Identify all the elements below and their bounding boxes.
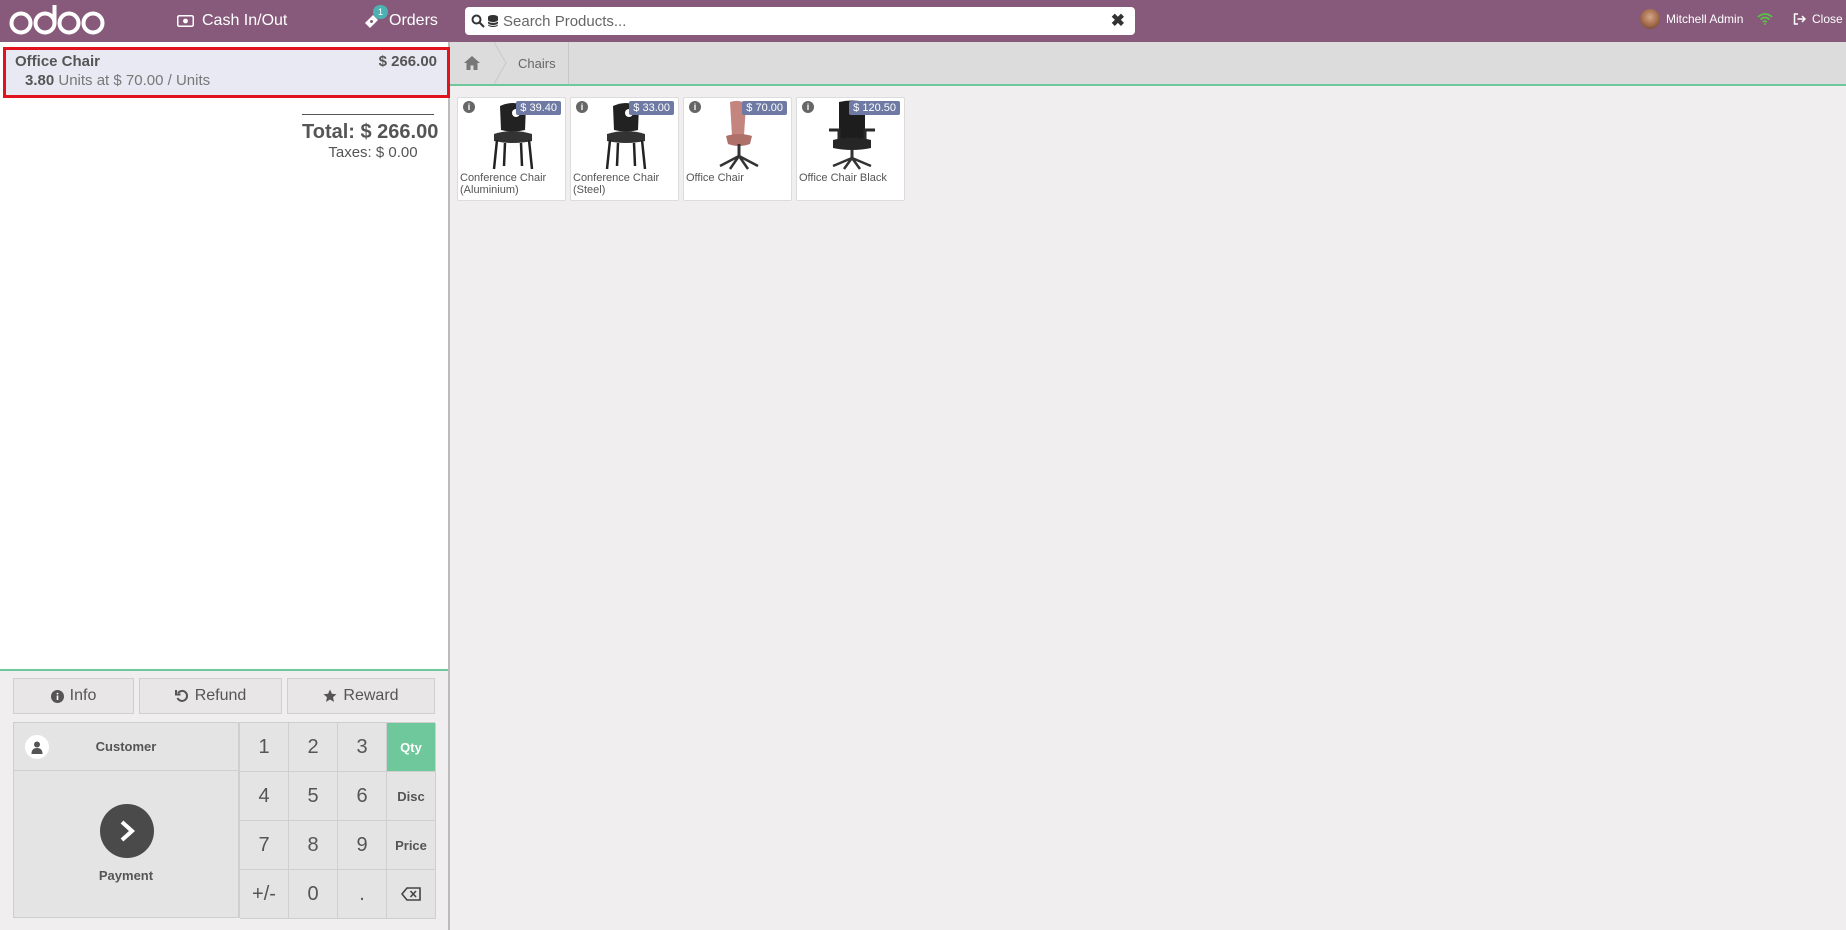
- mode-price-button[interactable]: Price: [387, 821, 436, 870]
- mode-qty-button[interactable]: Qty: [387, 723, 436, 772]
- product-name: Office Chair: [686, 172, 744, 184]
- payment-label: Payment: [98, 868, 154, 883]
- info-circle-icon: [50, 689, 64, 703]
- refund-button[interactable]: Refund: [139, 678, 282, 714]
- product-card[interactable]: i $ 39.40 Conference Chair (Aluminium): [457, 97, 566, 201]
- numpad-key-4[interactable]: 4: [240, 772, 289, 821]
- payment-button[interactable]: Payment: [14, 771, 238, 917]
- numpad-key-3[interactable]: 3: [338, 723, 387, 772]
- sign-out-icon: [1793, 13, 1806, 25]
- product-info-icon[interactable]: i: [463, 101, 475, 113]
- action-pad: Customer Payment: [13, 722, 239, 918]
- product-info-icon[interactable]: i: [576, 101, 588, 113]
- breadcrumb: Chairs: [450, 42, 1846, 86]
- product-card[interactable]: i $ 120.50 Office Chair Black: [796, 97, 905, 201]
- numpad-key-decimal[interactable]: .: [338, 870, 387, 919]
- product-name: Conference Chair (Aluminium): [460, 172, 547, 196]
- numpad-key-7[interactable]: 7: [240, 821, 289, 870]
- order-line-unit-info: Units at $ 70.00 / Units: [58, 72, 211, 89]
- avatar: [1640, 9, 1660, 29]
- order-summary: Total: $ 266.00 Taxes: $ 0.00: [302, 114, 439, 161]
- home-category-button[interactable]: [450, 42, 494, 84]
- orders-label: Orders: [389, 12, 438, 29]
- user-menu[interactable]: Mitchell Admin: [1640, 0, 1743, 38]
- backspace-icon: [401, 887, 421, 901]
- reward-button[interactable]: Reward: [287, 678, 435, 714]
- numpad-key-6[interactable]: 6: [338, 772, 387, 821]
- reward-label: Reward: [343, 687, 399, 704]
- product-price-tag: $ 70.00: [742, 101, 787, 115]
- connection-status[interactable]: [1757, 0, 1773, 38]
- order-line-price: $ 266.00: [378, 53, 437, 70]
- search-input[interactable]: [503, 12, 1111, 30]
- cash-in-out-label: Cash In/Out: [202, 12, 288, 29]
- product-search-bar: ✖: [465, 7, 1135, 35]
- numpad-key-plus-minus[interactable]: +/-: [240, 870, 289, 919]
- product-price-tag: $ 120.50: [849, 101, 900, 115]
- clear-search-icon[interactable]: ✖: [1111, 11, 1125, 31]
- order-line-product-name: Office Chair: [15, 53, 101, 70]
- numpad-key-9[interactable]: 9: [338, 821, 387, 870]
- customer-label: Customer: [95, 739, 157, 754]
- wifi-icon: [1757, 13, 1773, 25]
- order-line-qty: 3.80: [25, 72, 55, 89]
- product-name: Office Chair Black: [799, 172, 887, 184]
- numpad-key-5[interactable]: 5: [289, 772, 338, 821]
- search-icon: [471, 14, 485, 28]
- user-name: Mitchell Admin: [1666, 12, 1744, 26]
- order-total: Total: $ 266.00: [302, 121, 439, 143]
- numpad-key-8[interactable]: 8: [289, 821, 338, 870]
- product-grid: i $ 39.40 Conference Chair (Aluminium) i…: [457, 97, 905, 201]
- mode-disc-button[interactable]: Disc: [387, 772, 436, 821]
- product-card[interactable]: i $ 70.00 Office Chair: [683, 97, 792, 201]
- info-button[interactable]: Info: [13, 678, 134, 714]
- orders-button[interactable]: 1 Orders: [363, 0, 438, 42]
- breadcrumb-category[interactable]: Chairs: [506, 42, 569, 84]
- numpad-key-1[interactable]: 1: [240, 723, 289, 772]
- ticket-icon: 1: [363, 5, 389, 30]
- orders-count-badge: 1: [373, 5, 389, 19]
- product-info-icon[interactable]: i: [689, 101, 701, 113]
- customer-button[interactable]: Customer: [14, 723, 238, 771]
- cash-in-out-button[interactable]: Cash In/Out: [177, 0, 287, 42]
- order-panel: Office Chair $ 266.00 3.80 Units at $ 70…: [0, 42, 450, 930]
- numpad: 1 2 3 Qty 4 5 6 Disc 7 8 9 Price +/- 0 .: [239, 722, 436, 919]
- product-screen: Chairs i $ 39.40 Conference Chair (Alumi…: [450, 42, 1846, 930]
- top-bar: Cash In/Out 1 Orders ✖ Mitchell Admin Cl…: [0, 0, 1846, 42]
- star-icon: [323, 689, 337, 702]
- order-line-detail: 3.80 Units at $ 70.00 / Units: [25, 72, 210, 89]
- product-info-icon[interactable]: i: [802, 101, 814, 113]
- backspace-key[interactable]: [387, 870, 436, 919]
- close-button[interactable]: Close: [1793, 0, 1843, 38]
- product-card[interactable]: i $ 33.00 Conference Chair (Steel): [570, 97, 679, 201]
- order-line-selected[interactable]: Office Chair $ 266.00 3.80 Units at $ 70…: [3, 47, 450, 98]
- home-icon: [464, 56, 480, 70]
- info-label: Info: [69, 687, 97, 704]
- close-label: Close: [1812, 12, 1843, 26]
- product-price-tag: $ 33.00: [629, 101, 674, 115]
- product-price-tag: $ 39.40: [516, 101, 561, 115]
- numpad-key-2[interactable]: 2: [289, 723, 338, 772]
- refund-label: Refund: [194, 687, 247, 704]
- control-panel: Info Refund Reward Customer Payment 1 2 …: [0, 669, 448, 930]
- order-taxes: Taxes: $ 0.00: [328, 144, 418, 161]
- odoo-logo: [9, 5, 105, 35]
- money-icon: [177, 15, 194, 27]
- database-icon: [487, 15, 499, 27]
- undo-icon: [174, 689, 188, 702]
- numpad-key-0[interactable]: 0: [289, 870, 338, 919]
- product-name: Conference Chair (Steel): [573, 172, 660, 196]
- chevron-right-icon: [100, 804, 154, 858]
